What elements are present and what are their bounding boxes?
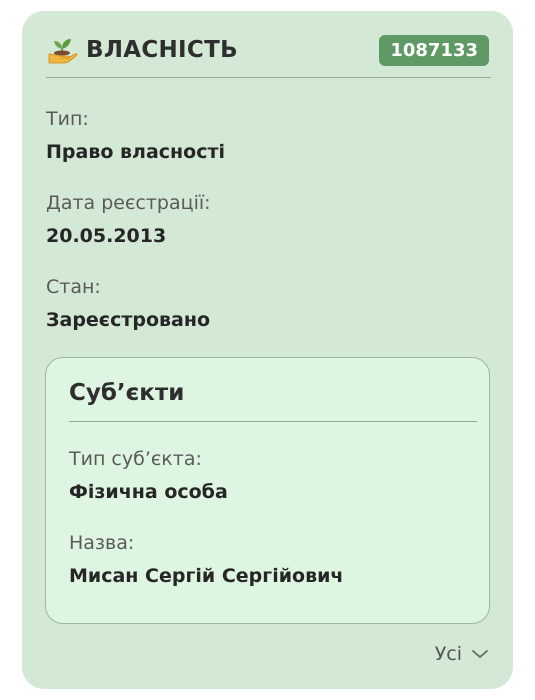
property-card: ВЛАСНІСТЬ 1087133 Тип: Право власності Д… (22, 11, 513, 689)
field-status-value: Зареєстровано (46, 309, 211, 331)
header-divider (46, 77, 491, 78)
subjects-divider (69, 421, 477, 422)
show-all-button[interactable]: Усі (435, 643, 489, 665)
field-status-label: Стан: (46, 276, 101, 298)
field-registration-date-label: Дата реєстрації: (46, 192, 211, 214)
show-all-label: Усі (434, 643, 462, 665)
subjects-title: Суб’єкти (69, 380, 185, 406)
card-title: ВЛАСНІСТЬ (86, 37, 238, 63)
field-registration-date: Дата реєстрації: 20.05.2013 (46, 191, 211, 248)
field-type-label: Тип: (46, 108, 89, 130)
subject-type-label: Тип суб’єкта: (69, 448, 202, 470)
chevron-down-icon (472, 650, 488, 658)
field-type-value: Право власності (46, 141, 226, 163)
subject-type-field: Тип суб’єкта: Фізична особа (69, 447, 228, 504)
subject-name-field: Назва: Мисан Сергій Сергійович (69, 531, 343, 588)
card-header: ВЛАСНІСТЬ 1087133 (46, 31, 489, 69)
field-status: Стан: Зареєстровано (46, 275, 210, 332)
subject-name-label: Назва: (69, 532, 135, 554)
field-type: Тип: Право власності (46, 107, 225, 164)
id-badge: 1087133 (379, 34, 489, 66)
seedling-in-hand-icon (48, 39, 78, 64)
subject-type-value: Фізична особа (69, 481, 228, 503)
field-registration-date-value: 20.05.2013 (46, 225, 167, 247)
subjects-panel: Суб’єкти Тип суб’єкта: Фізична особа Наз… (45, 357, 490, 624)
subject-name-value: Мисан Сергій Сергійович (69, 565, 344, 587)
